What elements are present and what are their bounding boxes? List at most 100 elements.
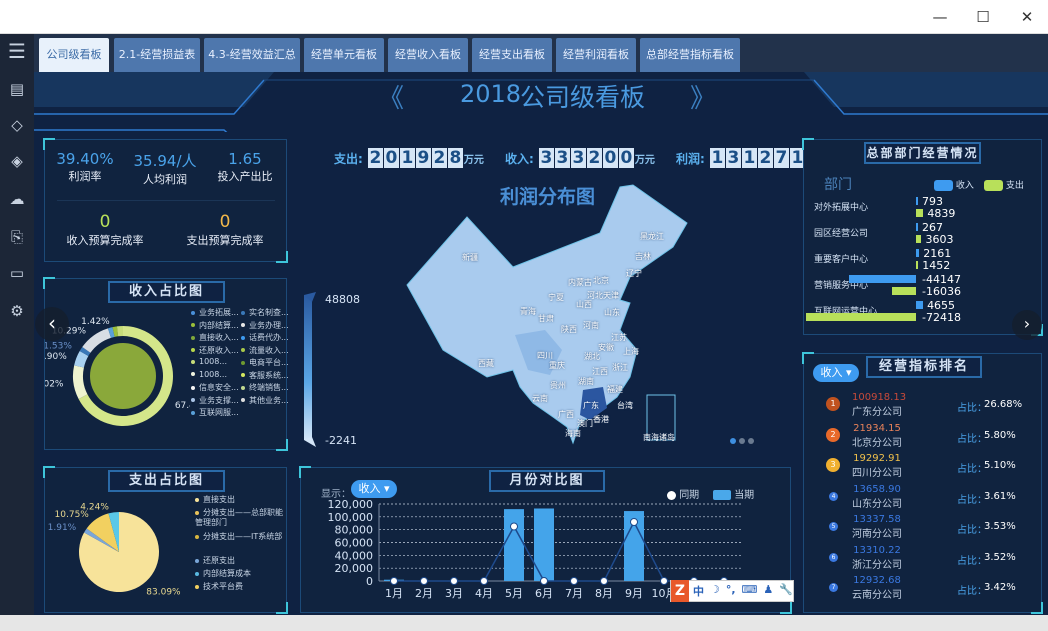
map-region-label[interactable]: 云南 — [532, 393, 548, 404]
map-region-label[interactable]: 上海 — [623, 346, 639, 357]
legend-item[interactable]: 技术平台费 — [195, 582, 285, 592]
legend-item[interactable]: 终端销售... — [241, 382, 289, 393]
map-region-label[interactable]: 重庆 — [549, 360, 565, 371]
map-region-label[interactable]: 广西 — [558, 409, 574, 420]
inner-pie-slice[interactable] — [90, 343, 156, 409]
map-region-label[interactable]: 西藏 — [478, 358, 494, 369]
ranking-row[interactable]: 3 19292.91 四川分公司 占比： 5.10% — [804, 453, 1044, 483]
file-export-icon[interactable]: ⎘ — [6, 226, 28, 248]
map-region-label[interactable]: 浙江 — [612, 362, 628, 373]
dept-bar[interactable] — [916, 235, 922, 243]
ime-item-icon[interactable]: 中 — [693, 583, 704, 599]
map-region-label[interactable]: 内蒙古 — [568, 277, 592, 288]
ime-item-icon[interactable]: ♟ — [763, 583, 773, 599]
dept-bar[interactable] — [916, 197, 918, 205]
map-region-label[interactable]: 河南 — [583, 320, 599, 331]
map-region-label[interactable]: 宁夏 — [548, 292, 564, 303]
map-region-label[interactable]: 陕西 — [561, 324, 577, 335]
pie-slice[interactable] — [73, 365, 88, 399]
monthly-metric-select[interactable]: 收入 ▾ — [351, 480, 397, 498]
legend-item[interactable]: 分摊支出——总部职能管理部门 — [195, 508, 285, 528]
legend-item[interactable]: 话费代办... — [241, 332, 289, 343]
prev-board-button[interactable]: 《 — [378, 78, 404, 115]
bar-current[interactable] — [534, 508, 554, 581]
map-region-label[interactable]: 海南 — [565, 428, 581, 439]
map-region-label[interactable]: 青海 — [520, 306, 536, 317]
tag-icon[interactable]: ◇ — [6, 114, 28, 136]
legend-expense[interactable]: 支出 — [984, 178, 1024, 191]
map-region-label[interactable]: 福建 — [607, 384, 623, 395]
document-icon[interactable]: ▤ — [6, 78, 28, 100]
legend-item[interactable]: 还原收入... — [191, 345, 239, 356]
ime-item-icon[interactable]: ⌨ — [742, 583, 758, 599]
dept-bar[interactable] — [848, 275, 916, 283]
ranking-row[interactable]: 1 100918.13 广东分公司 占比： 26.68% — [804, 392, 1044, 422]
point-same-period[interactable] — [420, 577, 428, 585]
pager-dot[interactable] — [739, 438, 745, 444]
map-region-label[interactable]: 安徽 — [598, 342, 614, 353]
tab-hq-indicator-board[interactable]: 总部经营指标看板 — [640, 38, 740, 72]
map-region-label[interactable]: 吉林 — [635, 251, 651, 262]
legend-item[interactable]: 客服系统... — [241, 370, 289, 381]
legend-item[interactable]: 内部结算成本 — [195, 569, 285, 579]
dept-bar[interactable] — [916, 209, 924, 217]
tab-expense-board[interactable]: 经营支出看板 — [472, 38, 552, 72]
gear-icon[interactable]: ⚙ — [6, 300, 28, 322]
legend-item[interactable]: 直接收入... — [191, 332, 239, 343]
ime-item-icon[interactable]: °, — [726, 583, 736, 599]
dept-bar[interactable] — [806, 313, 916, 321]
point-same-period[interactable] — [450, 577, 458, 585]
carousel-next-button[interactable]: › — [1012, 310, 1042, 340]
legend-item[interactable]: 1008... — [191, 357, 227, 366]
tab-efficiency-summary[interactable]: 4.3-经营效益汇总 — [204, 38, 300, 72]
legend-item[interactable]: 其他业务... — [241, 395, 289, 406]
tab-unit-board[interactable]: 经营单元看板 — [304, 38, 384, 72]
minimize-button[interactable]: — — [925, 6, 955, 28]
map-region-label[interactable]: 贵州 — [550, 380, 566, 391]
map-region-label[interactable]: 北京 — [593, 275, 609, 286]
point-same-period[interactable] — [480, 577, 488, 585]
ranking-metric-select[interactable]: 收入 ▾ — [813, 364, 859, 382]
next-board-button[interactable]: 》 — [690, 78, 716, 115]
ime-logo-icon[interactable]: Z — [671, 580, 689, 602]
map-region-label[interactable]: 江西 — [592, 366, 608, 377]
pager-dot[interactable] — [730, 438, 736, 444]
legend-item[interactable]: 信息安全... — [191, 382, 239, 393]
point-same-period[interactable] — [570, 577, 578, 585]
legend-item[interactable]: 实名制查... — [241, 307, 289, 318]
map-region-label[interactable]: 湖北 — [584, 351, 600, 362]
ranking-row[interactable]: 6 13310.22 浙江分公司 占比： 3.52% — [804, 545, 1044, 575]
point-same-period[interactable] — [600, 577, 608, 585]
legend-item[interactable]: 业务办理... — [241, 320, 289, 331]
close-button[interactable]: ✕ — [1012, 6, 1042, 28]
legend-item[interactable]: 流量收入... — [241, 345, 289, 356]
tab-profit-loss[interactable]: 2.1-经营损益表 — [114, 38, 200, 72]
point-same-period[interactable] — [660, 577, 668, 585]
map-region-label[interactable]: 辽宁 — [626, 268, 642, 279]
ranking-row[interactable]: 5 13337.58 河南分公司 占比： 3.53% — [804, 514, 1044, 544]
map-region-label[interactable]: 香港 — [593, 414, 609, 425]
legend-item[interactable]: 1008... — [191, 370, 227, 379]
legend-item[interactable]: 业务拓展... — [191, 307, 239, 318]
map-region-label[interactable]: 新疆 — [462, 252, 478, 263]
tab-profit-board[interactable]: 经营利润看板 — [556, 38, 636, 72]
ime-item-icon[interactable]: 🔧 — [779, 583, 793, 599]
map-region-label[interactable]: 山东 — [604, 307, 620, 318]
inbox-icon[interactable]: ▭ — [6, 262, 28, 284]
map-region-label[interactable]: 广东 — [583, 400, 599, 411]
ranking-row[interactable]: 2 21934.15 北京分公司 占比： 5.80% — [804, 423, 1044, 453]
bar-current[interactable] — [504, 509, 524, 581]
legend-income[interactable]: 收入 — [934, 178, 974, 191]
legend-item[interactable]: 互联网服... — [191, 407, 239, 418]
pager-dot[interactable] — [748, 438, 754, 444]
menu-icon[interactable]: ☰ — [6, 40, 28, 62]
legend-item[interactable]: 业务支撑... — [191, 395, 239, 406]
ime-item-icon[interactable]: ☽ — [710, 583, 720, 599]
carousel-prev-button[interactable]: ‹ — [35, 307, 69, 341]
legend-item[interactable]: 还原支出 — [195, 556, 285, 566]
point-same-period[interactable] — [630, 517, 638, 526]
tab-company-board[interactable]: 公司级看板 — [39, 38, 109, 72]
legend-item[interactable]: 内部结算... — [191, 320, 239, 331]
tab-income-board[interactable]: 经营收入看板 — [388, 38, 468, 72]
ranking-row[interactable]: 4 13658.90 山东分公司 占比： 3.61% — [804, 484, 1044, 514]
